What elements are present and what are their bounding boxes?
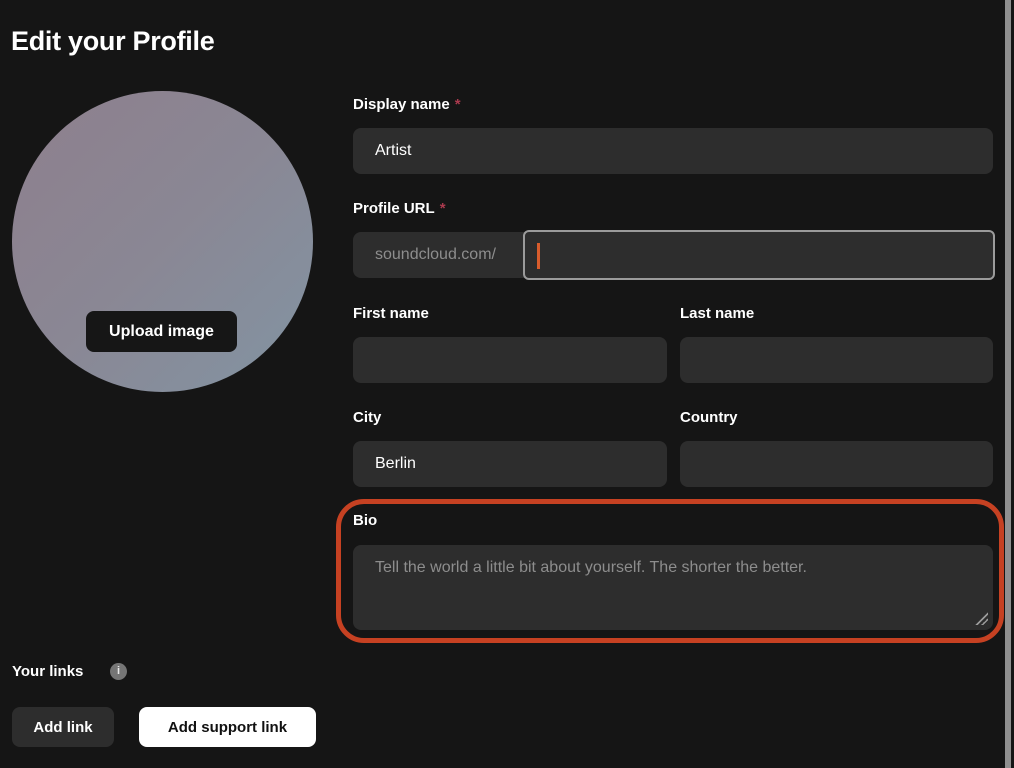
required-asterisk: * (455, 96, 461, 113)
page-title: Edit your Profile (11, 26, 214, 57)
display-name-label: Display name* (353, 96, 461, 114)
first-name-input[interactable] (353, 337, 667, 383)
first-name-label: First name (353, 305, 429, 323)
country-input[interactable] (680, 441, 993, 487)
upload-image-button[interactable]: Upload image (86, 311, 237, 352)
edit-profile-page: Edit your Profile Upload image Display n… (0, 0, 1014, 768)
scrollbar[interactable] (1005, 0, 1011, 768)
your-links-label: Your links (12, 663, 83, 680)
required-asterisk: * (440, 200, 446, 217)
bio-field (353, 545, 993, 630)
bio-label: Bio (353, 512, 377, 530)
text-cursor (537, 243, 540, 269)
city-input[interactable] (353, 441, 667, 487)
last-name-label: Last name (680, 305, 754, 323)
add-link-button[interactable]: Add link (12, 707, 114, 747)
profile-url-label: Profile URL* (353, 200, 446, 218)
country-label: Country (680, 409, 738, 427)
profile-url-prefix: soundcloud.com/ (375, 232, 496, 278)
last-name-input[interactable] (680, 337, 993, 383)
resize-handle-icon[interactable] (974, 611, 988, 625)
info-icon[interactable]: i (110, 663, 127, 680)
display-name-input[interactable] (353, 128, 993, 174)
profile-url-field[interactable]: soundcloud.com/ (353, 232, 993, 278)
bio-textarea[interactable] (353, 545, 993, 630)
add-support-link-button[interactable]: Add support link (139, 707, 316, 747)
city-label: City (353, 409, 381, 427)
profile-url-input[interactable] (523, 230, 995, 280)
